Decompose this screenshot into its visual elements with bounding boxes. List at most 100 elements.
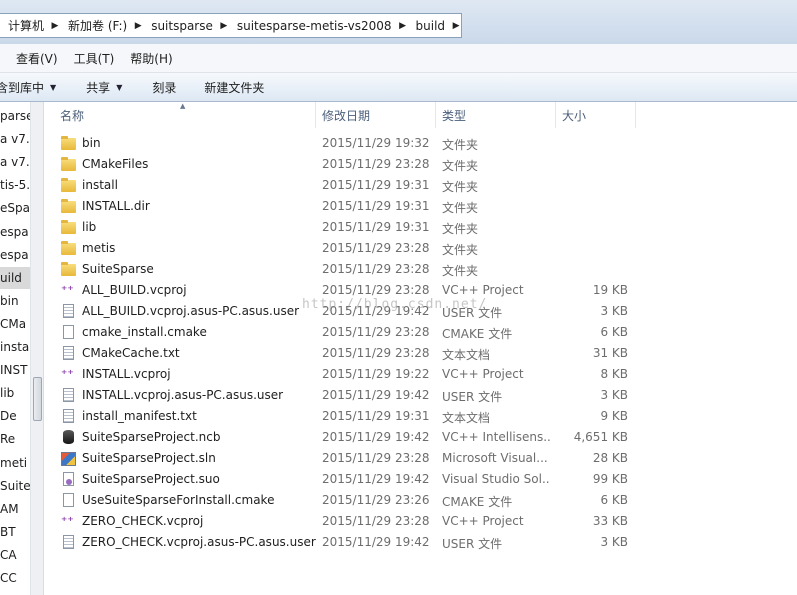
nav-tree-item-label: Re	[0, 432, 16, 447]
file-size: 3 KB	[600, 304, 628, 318]
menu-help[interactable]: 帮助(H)	[122, 50, 180, 67]
nav-tree-item-label: a v7.	[0, 132, 30, 147]
include-in-library-button[interactable]: 含到库中 ▼	[0, 79, 56, 96]
file-row[interactable]: UseSuiteSparseForInstall.cmake 2015/11/29…	[44, 490, 644, 511]
nav-tree-item[interactable]: CC	[0, 567, 30, 589]
file-row[interactable]: SuiteSparseProject.ncb 2015/11/29 19:42 VC…	[44, 427, 644, 448]
breadcrumb-metis[interactable]: suitesparse-metis-vs2008	[229, 19, 398, 33]
file-modified-date: 2015/11/29 19:31	[322, 178, 430, 192]
navigation-scrollbar[interactable]	[30, 102, 43, 595]
chevron-right-icon[interactable]: ▶	[398, 21, 408, 31]
nav-tree-item[interactable]: Re	[0, 428, 30, 450]
nav-tree-item[interactable]: a v7.	[0, 128, 30, 150]
navigation-pane[interactable]: parse a v7. a v7. tis-5. eSpa espa espa uild bin…	[0, 102, 44, 595]
menu-tools[interactable]: 工具(T)	[66, 50, 123, 67]
file-size: 9 KB	[600, 409, 628, 423]
file-name: install_manifest.txt	[82, 409, 197, 423]
file-row[interactable]: ZERO_CHECK.vcproj.asus-PC.asus.user 2015/…	[44, 532, 644, 553]
menu-bar: 查看(V) 工具(T) 帮助(H)	[0, 44, 797, 73]
chevron-right-icon[interactable]: ▶	[451, 21, 461, 31]
file-modified-date: 2015/11/29 19:22	[322, 367, 430, 381]
nav-tree-item[interactable]: lib	[0, 382, 30, 404]
nav-tree-item-label: BT	[0, 524, 16, 539]
nav-tree-item[interactable]: CA	[0, 544, 30, 566]
file-type: 文本文档	[442, 348, 491, 362]
file-row[interactable]: install_manifest.txt 2015/11/29 19:31 文本文档…	[44, 406, 644, 427]
nav-tree-item[interactable]: AM	[0, 498, 30, 520]
nav-tree-item[interactable]: tis-5.	[0, 174, 30, 196]
chevron-right-icon[interactable]: ▶	[219, 21, 229, 31]
nav-tree-item-label: uild	[0, 270, 22, 285]
file-name: SuiteSparseProject.sln	[82, 451, 216, 465]
nav-tree-item[interactable]: BT	[0, 521, 30, 543]
chevron-right-icon[interactable]: ▶	[133, 21, 143, 31]
file-type: CMAKE 文件	[442, 495, 513, 509]
file-row[interactable]: CMakeFiles 2015/11/29 23:28 文件夹	[44, 154, 644, 175]
nav-tree-item[interactable]: espa	[0, 244, 30, 266]
nav-tree-item[interactable]: bin	[0, 290, 30, 312]
file-row[interactable]: ⁺⁺ INSTALL.vcproj 2015/11/29 19:22 VC++ Pro…	[44, 364, 644, 385]
text-file-icon	[63, 388, 74, 402]
chevron-right-icon[interactable]: ▶	[50, 21, 60, 31]
burn-label: 刻录	[152, 80, 177, 95]
column-header-type[interactable]: 类型	[436, 102, 556, 128]
column-header-date[interactable]: 修改日期	[316, 102, 436, 128]
file-row[interactable]: cmake_install.cmake 2015/11/29 23:28 CMAKE…	[44, 322, 644, 343]
file-name: lib	[82, 220, 97, 234]
nav-tree-item[interactable]: a v7.	[0, 151, 30, 173]
nav-tree-item[interactable]: meti	[0, 452, 30, 474]
nav-tree-item[interactable]: INST	[0, 359, 30, 381]
file-modified-date: 2015/11/29 19:31	[322, 220, 430, 234]
file-row[interactable]: metis 2015/11/29 23:28 文件夹	[44, 238, 644, 259]
address-bar[interactable]: 计算机 ▶ 新加卷 (F:) ▶ suitsparse ▶ suitespars…	[0, 13, 462, 38]
nav-tree-item-label: meti	[0, 455, 28, 470]
file-type: CMAKE 文件	[442, 327, 513, 341]
nav-tree-item[interactable]: De	[0, 405, 30, 427]
breadcrumb-drive[interactable]: 新加卷 (F:)	[60, 17, 133, 34]
breadcrumb-suitsparse[interactable]: suitsparse	[143, 19, 219, 33]
file-row[interactable]: CMakeCache.txt 2015/11/29 23:28 文本文档 31 KB	[44, 343, 644, 364]
nav-tree-item[interactable]: espa	[0, 221, 30, 243]
file-type: 文本文档	[442, 411, 491, 425]
database-icon	[63, 430, 74, 444]
sort-ascending-icon: ▲	[180, 102, 186, 110]
file-modified-date: 2015/11/29 23:28	[322, 514, 430, 528]
breadcrumb-build[interactable]: build	[408, 19, 452, 33]
new-folder-button[interactable]: 新建文件夹	[204, 79, 264, 96]
file-modified-date: 2015/11/29 19:32	[322, 136, 430, 150]
nav-tree-item[interactable]: parse	[0, 105, 30, 127]
file-size: 6 KB	[600, 325, 628, 339]
file-type: 文件夹	[442, 201, 479, 215]
file-row[interactable]: ⁺⁺ ZERO_CHECK.vcproj 2015/11/29 23:28 VC++ …	[44, 511, 644, 532]
share-button[interactable]: 共享 ▼	[86, 79, 122, 96]
file-row[interactable]: lib 2015/11/29 19:31 文件夹	[44, 217, 644, 238]
file-name: bin	[82, 136, 101, 150]
file-row[interactable]: INSTALL.dir 2015/11/29 19:31 文件夹	[44, 196, 644, 217]
column-header-size[interactable]: 大小	[556, 102, 636, 128]
file-row[interactable]: SuiteSparseProject.suo 2015/11/29 19:42 Vi…	[44, 469, 644, 490]
file-modified-date: 2015/11/29 19:31	[322, 409, 430, 423]
nav-tree-item-label: AM	[0, 501, 19, 516]
share-label: 共享	[86, 80, 111, 95]
file-row[interactable]: SuiteSparseProject.sln 2015/11/29 23:28 Mi…	[44, 448, 644, 469]
scrollbar-thumb[interactable]	[33, 377, 42, 421]
breadcrumb-computer[interactable]: 计算机	[0, 17, 50, 34]
nav-tree-item[interactable]: insta	[0, 336, 30, 358]
file-name: SuiteSparseProject.ncb	[82, 430, 221, 444]
file-row[interactable]: INSTALL.vcproj.asus-PC.asus.user 2015/11/…	[44, 385, 644, 406]
nav-tree-item[interactable]: eSpa	[0, 197, 30, 219]
file-name: SuiteSparseProject.suo	[82, 472, 220, 486]
file-name: INSTALL.dir	[82, 199, 150, 213]
nav-tree-item-label: espa	[0, 247, 29, 262]
file-row[interactable]: SuiteSparse 2015/11/29 23:28 文件夹	[44, 259, 644, 280]
file-row[interactable]: bin 2015/11/29 19:32 文件夹	[44, 133, 644, 154]
file-type: USER 文件	[442, 390, 503, 404]
menu-view[interactable]: 查看(V)	[8, 50, 66, 67]
vcproj-icon: ⁺⁺	[61, 367, 74, 381]
burn-button[interactable]: 刻录	[152, 79, 176, 96]
nav-tree-item[interactable]: uild	[0, 266, 30, 289]
nav-tree-item-label: CC	[0, 571, 17, 585]
file-row[interactable]: install 2015/11/29 19:31 文件夹	[44, 175, 644, 196]
nav-tree-item[interactable]: Suite	[0, 475, 30, 497]
nav-tree-item[interactable]: CMa	[0, 313, 30, 335]
